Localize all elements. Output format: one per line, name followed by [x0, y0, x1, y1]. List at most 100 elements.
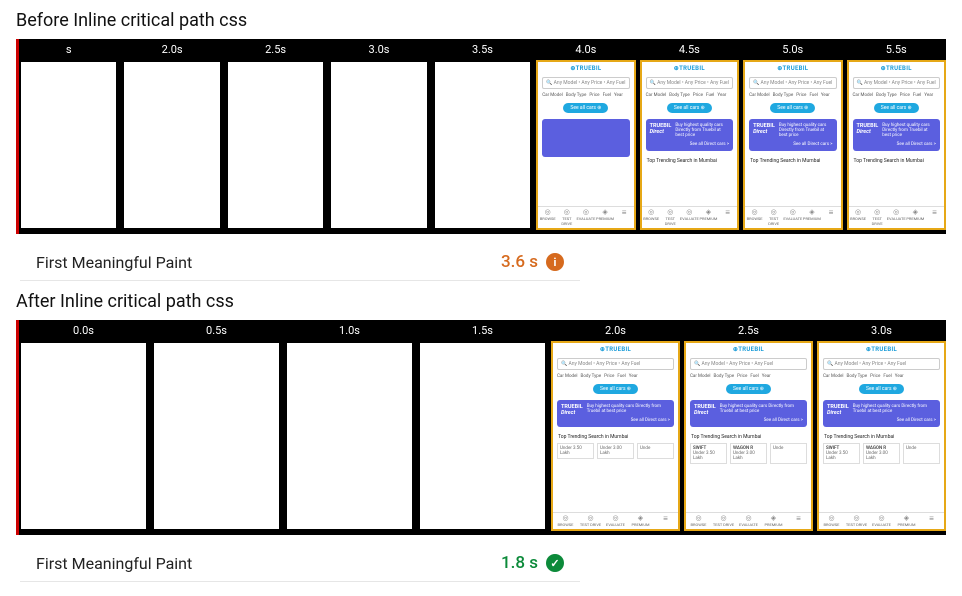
- trending-tile[interactable]: WAGON RUnder 3.00 Lakh: [730, 443, 767, 464]
- nav-browse[interactable]: ◎BROWSE: [819, 513, 844, 529]
- pill[interactable]: Price: [589, 93, 599, 98]
- pill[interactable]: Fuel: [809, 93, 817, 98]
- pill[interactable]: Car Model: [749, 93, 770, 98]
- nav-menu[interactable]: ≡: [925, 207, 944, 228]
- banner-link[interactable]: See all Direct cars >: [587, 418, 670, 423]
- pill[interactable]: Year: [895, 374, 904, 379]
- trending-tile[interactable]: WAGON RUnder 3.00 Lakh: [863, 443, 900, 464]
- search-input[interactable]: 🔍 Any Model • Any Price • Any Fuel: [823, 358, 940, 370]
- direct-banner[interactable]: TRUEBILDirect Buy highest quality cars D…: [557, 400, 674, 427]
- pill[interactable]: Price: [796, 93, 806, 98]
- nav-browse[interactable]: ◎BROWSE: [686, 513, 711, 529]
- search-input[interactable]: 🔍 Any Model • Any Price • Any Fuel: [853, 77, 940, 89]
- nav-evaluate[interactable]: ◎EVALUATE: [869, 513, 894, 529]
- direct-banner[interactable]: TRUEBILDirect Buy highest quality cars D…: [853, 119, 940, 151]
- trending-tile[interactable]: Unde: [770, 443, 807, 464]
- pill[interactable]: Price: [870, 374, 880, 379]
- nav-menu[interactable]: ≡: [718, 207, 737, 228]
- pill[interactable]: Year: [924, 93, 933, 98]
- nav-premium[interactable]: ◈PREMIUM: [802, 207, 821, 228]
- nav-testdrive[interactable]: ◎TEST DRIVE: [578, 513, 603, 529]
- nav-evaluate[interactable]: ◎EVALUATE: [603, 513, 628, 529]
- pill[interactable]: Car Model: [542, 93, 563, 98]
- nav-testdrive[interactable]: ◎TEST DRIVE: [557, 207, 576, 228]
- see-all-cars-button[interactable]: See all cars ⊕: [859, 384, 904, 394]
- pill[interactable]: Fuel: [617, 374, 625, 379]
- pill[interactable]: Fuel: [913, 93, 921, 98]
- direct-banner[interactable]: TRUEBILDirect Buy highest quality cars D…: [823, 400, 940, 427]
- pill[interactable]: Fuel: [750, 374, 758, 379]
- nav-premium[interactable]: ◈PREMIUM: [699, 207, 718, 228]
- nav-premium[interactable]: ◈PREMIUM: [595, 207, 614, 228]
- pill[interactable]: Price: [900, 93, 910, 98]
- nav-premium[interactable]: ◈PREMIUM: [761, 513, 786, 529]
- nav-browse[interactable]: ◎BROWSE: [538, 207, 557, 228]
- nav-browse[interactable]: ◎BROWSE: [642, 207, 661, 228]
- pill[interactable]: Fuel: [603, 93, 611, 98]
- see-all-cars-button[interactable]: See all cars ⊕: [563, 103, 608, 113]
- pill[interactable]: Body Type: [714, 374, 735, 379]
- direct-banner[interactable]: TRUEBILDirect Buy highest quality cars D…: [749, 119, 836, 151]
- banner-link[interactable]: See all Direct cars >: [853, 418, 936, 423]
- see-all-cars-button[interactable]: See all cars ⊕: [770, 103, 815, 113]
- pill[interactable]: Car Model: [823, 374, 844, 379]
- see-all-cars-button[interactable]: See all cars ⊕: [593, 384, 638, 394]
- pill[interactable]: Year: [629, 374, 638, 379]
- pill[interactable]: Car Model: [690, 374, 711, 379]
- search-input[interactable]: 🔍 Any Model • Any Price • Any Fuel: [542, 77, 629, 89]
- see-all-cars-button[interactable]: See all cars ⊕: [667, 103, 712, 113]
- nav-premium[interactable]: ◈PREMIUM: [906, 207, 925, 228]
- pill[interactable]: Fuel: [883, 374, 891, 379]
- banner-link[interactable]: See all Direct cars >: [675, 142, 729, 147]
- nav-browse[interactable]: ◎BROWSE: [745, 207, 764, 228]
- pill[interactable]: Year: [821, 93, 830, 98]
- pill[interactable]: Year: [614, 93, 623, 98]
- see-all-cars-button[interactable]: See all cars ⊕: [726, 384, 771, 394]
- trending-tile[interactable]: Unde: [637, 443, 674, 459]
- nav-menu[interactable]: ≡: [653, 513, 678, 529]
- direct-banner[interactable]: TRUEBILDirect Buy highest quality cars D…: [646, 119, 733, 151]
- nav-browse[interactable]: ◎BROWSE: [849, 207, 868, 228]
- pill[interactable]: Body Type: [669, 93, 690, 98]
- pill[interactable]: Car Model: [557, 374, 578, 379]
- nav-testdrive[interactable]: ◎TEST DRIVE: [844, 513, 869, 529]
- nav-premium[interactable]: ◈PREMIUM: [894, 513, 919, 529]
- pill[interactable]: Body Type: [773, 93, 794, 98]
- nav-evaluate[interactable]: ◎EVALUATE: [680, 207, 699, 228]
- pill[interactable]: Body Type: [847, 374, 868, 379]
- nav-evaluate[interactable]: ◎EVALUATE: [576, 207, 595, 228]
- search-input[interactable]: 🔍 Any Model • Any Price • Any Fuel: [557, 358, 674, 370]
- trending-tile[interactable]: Under 3.50 Lakh: [557, 443, 594, 459]
- direct-banner[interactable]: TRUEBILDirect Buy highest quality cars D…: [690, 400, 807, 427]
- nav-browse[interactable]: ◎BROWSE: [553, 513, 578, 529]
- search-input[interactable]: 🔍 Any Model • Any Price • Any Fuel: [646, 77, 733, 89]
- nav-testdrive[interactable]: ◎TEST DRIVE: [711, 513, 736, 529]
- pill[interactable]: Price: [693, 93, 703, 98]
- trending-tile[interactable]: SWIFTUnder 3.50 Lakh: [823, 443, 860, 464]
- nav-premium[interactable]: ◈PREMIUM: [628, 513, 653, 529]
- banner-link[interactable]: See all Direct cars >: [779, 142, 833, 147]
- pill[interactable]: Price: [604, 374, 614, 379]
- pill[interactable]: Fuel: [706, 93, 714, 98]
- see-all-cars-button[interactable]: See all cars ⊕: [874, 103, 919, 113]
- nav-testdrive[interactable]: ◎TEST DRIVE: [868, 207, 887, 228]
- nav-menu[interactable]: ≡: [821, 207, 840, 228]
- nav-evaluate[interactable]: ◎EVALUATE: [887, 207, 906, 228]
- trending-tile[interactable]: SWIFTUnder 3.50 Lakh: [690, 443, 727, 464]
- search-input[interactable]: 🔍 Any Model • Any Price • Any Fuel: [749, 77, 836, 89]
- nav-testdrive[interactable]: ◎TEST DRIVE: [764, 207, 783, 228]
- nav-menu[interactable]: ≡: [615, 207, 634, 228]
- pill[interactable]: Car Model: [646, 93, 667, 98]
- pill[interactable]: Year: [762, 374, 771, 379]
- banner-link[interactable]: See all Direct cars >: [882, 142, 936, 147]
- pill[interactable]: Body Type: [876, 93, 897, 98]
- pill[interactable]: Car Model: [853, 93, 874, 98]
- search-input[interactable]: 🔍 Any Model • Any Price • Any Fuel: [690, 358, 807, 370]
- banner-link[interactable]: See all Direct cars >: [720, 418, 803, 423]
- nav-testdrive[interactable]: ◎TEST DRIVE: [661, 207, 680, 228]
- pill[interactable]: Price: [737, 374, 747, 379]
- pill[interactable]: Year: [717, 93, 726, 98]
- trending-tile[interactable]: Under 3.00 Lakh: [597, 443, 634, 459]
- trending-tile[interactable]: Unde: [903, 443, 940, 464]
- pill[interactable]: Body Type: [566, 93, 587, 98]
